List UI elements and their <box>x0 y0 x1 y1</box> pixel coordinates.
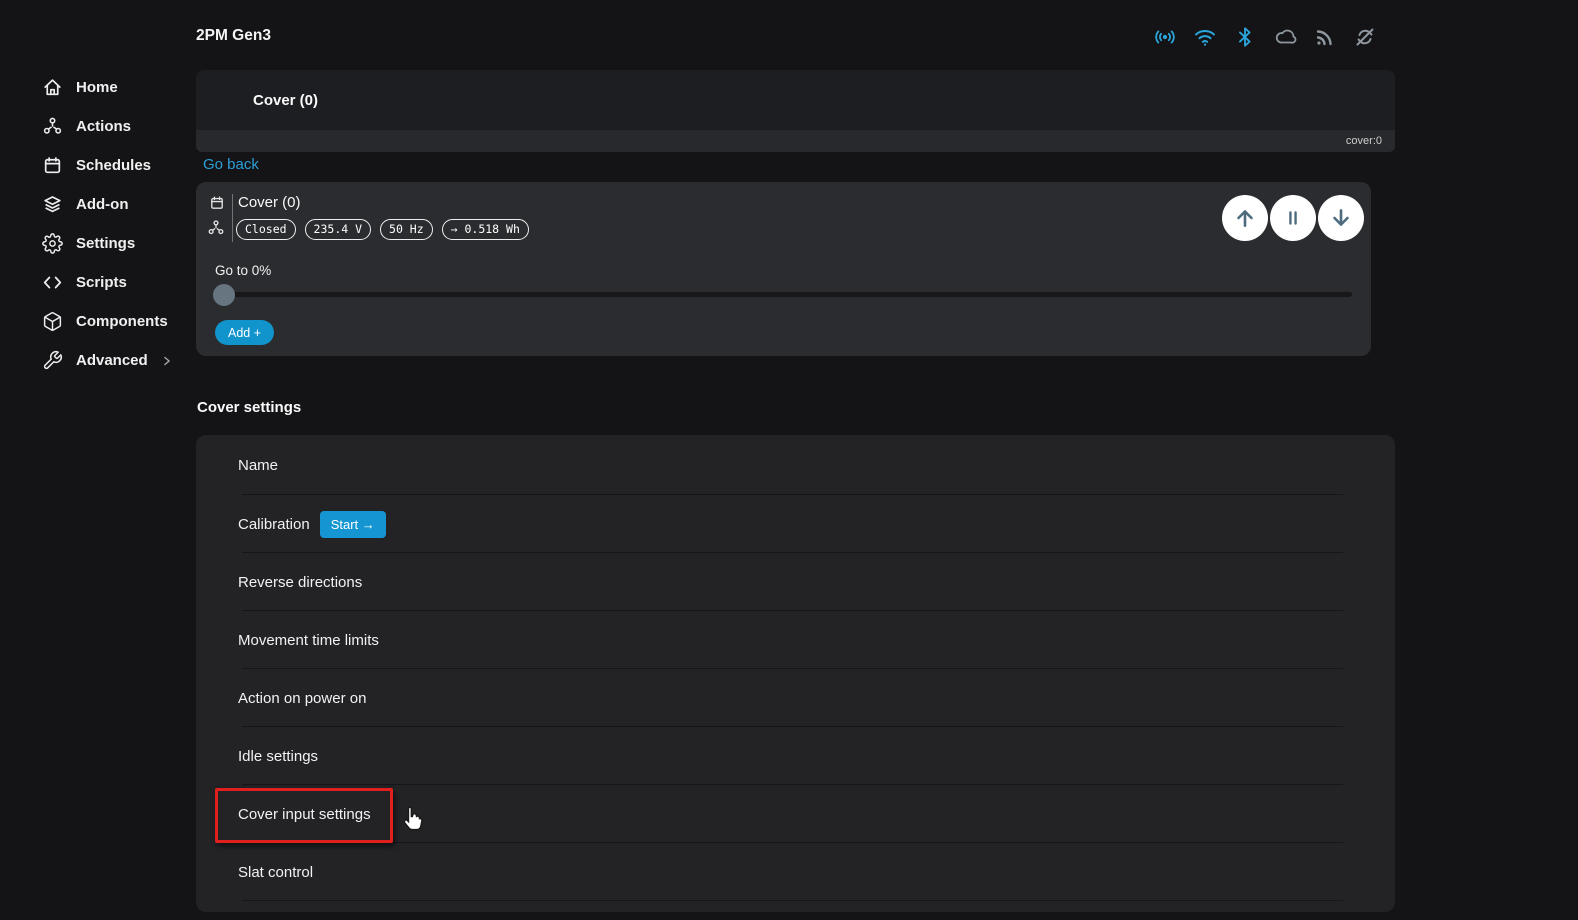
sidebar-item-addon[interactable]: Add-on <box>0 185 180 224</box>
voltage-badge: 235.4 V <box>305 219 371 240</box>
cloud-icon <box>1272 24 1298 50</box>
cover-settings-card: Name Calibration Start → Reverse directi… <box>196 435 1395 912</box>
sidebar-item-label: Settings <box>76 235 135 252</box>
sidebar-item-label: Home <box>76 79 118 96</box>
cover-header-card: Cover (0) cover:0 <box>196 70 1395 152</box>
cover-title: Cover (0) <box>238 194 301 211</box>
wrench-icon <box>42 350 63 371</box>
wifi-icon <box>1192 24 1218 50</box>
vertical-divider <box>232 194 233 242</box>
bluetooth-icon <box>1232 24 1258 50</box>
go-to-slider-thumb[interactable] <box>213 284 235 306</box>
ap-icon <box>1152 24 1178 50</box>
row-label: Cover input settings <box>238 806 371 823</box>
sidebar-item-settings[interactable]: Settings <box>0 224 180 263</box>
settings-row-name[interactable]: Name <box>196 435 1395 495</box>
sidebar-item-label: Components <box>76 313 168 330</box>
row-label: Movement time limits <box>238 632 379 649</box>
settings-row-reverse-directions[interactable]: Reverse directions <box>196 553 1395 611</box>
layers-icon <box>42 194 63 215</box>
cover-id-label: cover:0 <box>1346 135 1382 147</box>
cover-id-strip: cover:0 <box>196 130 1395 152</box>
sidebar-item-schedules[interactable]: Schedules <box>0 146 180 185</box>
sidebar: Home Actions Schedules Add-on <box>0 68 180 380</box>
settings-row-cover-input-settings[interactable]: Cover input settings <box>196 785 1395 843</box>
row-label: Calibration <box>238 516 310 533</box>
sidebar-item-label: Actions <box>76 118 131 135</box>
cover-pause-button[interactable] <box>1270 195 1316 241</box>
add-button[interactable]: Add + <box>215 320 274 345</box>
sidebar-item-advanced[interactable]: Advanced <box>0 341 180 380</box>
home-icon <box>42 77 63 98</box>
status-badges: Closed 235.4 V 50 Hz → 0.518 Wh <box>236 219 529 240</box>
sidebar-item-label: Advanced <box>76 352 148 369</box>
go-to-slider-track[interactable] <box>216 292 1352 297</box>
settings-row-movement-time-limits[interactable]: Movement time limits <box>196 611 1395 669</box>
go-to-slider-label: Go to 0% <box>215 263 271 278</box>
gear-icon <box>42 233 63 254</box>
calendar-icon[interactable] <box>209 195 225 211</box>
cover-control-card: Cover (0) Closed 235.4 V 50 Hz → 0.518 W… <box>196 182 1371 356</box>
settings-row-calibration[interactable]: Calibration Start → <box>196 495 1395 553</box>
energy-badge: → 0.518 Wh <box>442 219 529 240</box>
cover-header-title: Cover (0) <box>196 70 1395 130</box>
row-label: Slat control <box>238 864 313 881</box>
row-label: Name <box>238 457 278 474</box>
cover-close-button[interactable] <box>1318 195 1364 241</box>
sidebar-item-label: Add-on <box>76 196 128 213</box>
go-back-link[interactable]: Go back <box>203 156 259 173</box>
sidebar-item-actions[interactable]: Actions <box>0 107 180 146</box>
sidebar-item-label: Scripts <box>76 274 127 291</box>
sidebar-item-scripts[interactable]: Scripts <box>0 263 180 302</box>
page-title: 2PM Gen3 <box>196 27 271 45</box>
code-icon <box>42 272 63 293</box>
cover-open-button[interactable] <box>1222 195 1268 241</box>
chevron-right-icon <box>160 354 174 368</box>
row-label: Idle settings <box>238 748 318 765</box>
sync-disabled-icon <box>1352 24 1378 50</box>
row-label: Action on power on <box>238 690 366 707</box>
status-icon-bar <box>1152 24 1378 50</box>
actions-icon <box>42 116 63 137</box>
row-label: Reverse directions <box>238 574 362 591</box>
settings-row-action-on-power-on[interactable]: Action on power on <box>196 669 1395 727</box>
sidebar-item-home[interactable]: Home <box>0 68 180 107</box>
mqtt-icon <box>1312 24 1338 50</box>
settings-row-slat-control[interactable]: Slat control <box>196 843 1395 901</box>
settings-row-idle-settings[interactable]: Idle settings <box>196 727 1395 785</box>
state-badge: Closed <box>236 219 296 240</box>
frequency-badge: 50 Hz <box>380 219 433 240</box>
calendar-icon <box>42 155 63 176</box>
hand-cursor-icon <box>398 803 428 833</box>
sidebar-item-components[interactable]: Components <box>0 302 180 341</box>
cube-icon <box>42 311 63 332</box>
calibration-start-button[interactable]: Start → <box>320 511 386 538</box>
cover-settings-heading: Cover settings <box>197 399 301 416</box>
row-divider <box>242 900 1343 901</box>
actions-icon[interactable] <box>207 219 225 237</box>
sidebar-item-label: Schedules <box>76 157 151 174</box>
